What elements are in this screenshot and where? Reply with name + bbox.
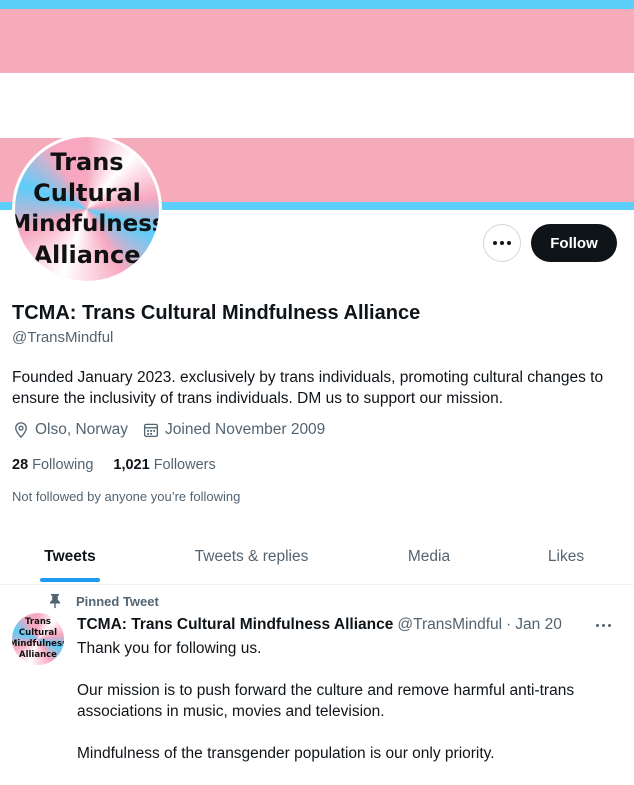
following-count: 28	[12, 457, 29, 473]
more-horizontal-icon	[596, 624, 599, 627]
pinned-tweet-label: Pinned Tweet	[48, 593, 159, 609]
pinned-label-text: Pinned Tweet	[76, 593, 159, 609]
not-followed-notice: Not followed by anyone you’re following	[12, 489, 241, 504]
tweet-more-button[interactable]	[596, 624, 611, 627]
avatar-image: Trans Cultural Mindfulness Alliance	[15, 137, 159, 281]
profile-joined: Joined November 2009	[142, 421, 325, 439]
tab-likes[interactable]: Likes	[518, 530, 614, 584]
profile-stats: 28 Following 1,021 Followers	[12, 457, 236, 473]
following-link[interactable]: 28 Following	[12, 457, 93, 473]
more-horizontal-icon-dot	[500, 241, 504, 245]
calendar-icon	[143, 423, 159, 438]
tab-tweets-and-replies[interactable]: Tweets & replies	[160, 530, 343, 584]
joined-text: Joined November 2009	[165, 421, 326, 438]
tweet-paragraph: Thank you for following us.	[77, 640, 262, 657]
tweet-author-avatar[interactable]: Trans Cultural Mindfulness Alliance	[12, 613, 64, 665]
following-label: Following	[32, 457, 94, 473]
profile-bio: Founded January 2023. exclusively by tra…	[12, 369, 604, 407]
tweet-date[interactable]: Jan 20	[515, 616, 562, 634]
more-options-button[interactable]	[483, 224, 521, 262]
profile-handle: @TransMindful	[12, 329, 114, 346]
follow-button[interactable]: Follow	[531, 224, 617, 262]
tweet-date-separator: ·	[506, 616, 512, 633]
avatar-line: Alliance	[19, 650, 57, 660]
tab-media[interactable]: Media	[370, 530, 488, 584]
avatar-line: Cultural	[33, 179, 141, 207]
location-text: Olso, Norway	[35, 421, 129, 438]
more-horizontal-icon-dot	[602, 624, 605, 627]
profile-meta: Olso, Norway Joined November 2009	[12, 421, 339, 439]
more-horizontal-icon	[493, 241, 497, 245]
tweet-author-handle[interactable]: @TransMindful	[397, 616, 502, 634]
banner-stripe-pink	[0, 9, 634, 73]
profile-location: Olso, Norway	[12, 421, 128, 439]
avatar-line: Alliance	[33, 241, 141, 269]
avatar-line: Trans	[25, 617, 51, 627]
pin-icon	[50, 594, 60, 608]
tweet-author-name[interactable]: TCMA: Trans Cultural Mindfulness Allianc…	[77, 616, 393, 634]
more-horizontal-icon-dot	[608, 624, 611, 627]
profile-tabs: Tweets Tweets & replies Media Likes	[0, 530, 634, 585]
tweet-header: TCMA: Trans Cultural Mindfulness Allianc…	[77, 616, 562, 634]
tweet-text: Thank you for following us. Our mission …	[77, 638, 622, 785]
avatar-line: Cultural	[18, 628, 58, 638]
profile-name: TCMA: Trans Cultural Mindfulness Allianc…	[12, 302, 421, 324]
avatar-line: Trans	[50, 148, 124, 176]
tweet-paragraph: Our mission is to push forward the cultu…	[77, 682, 575, 720]
avatar-logo-text: Trans Cultural Mindfulness Alliance	[15, 137, 159, 281]
location-pin-icon	[15, 422, 27, 439]
profile-avatar[interactable]: Trans Cultural Mindfulness Alliance	[12, 134, 162, 284]
followers-count: 1,021	[113, 457, 150, 473]
more-horizontal-icon-dot	[507, 241, 511, 245]
followers-label: Followers	[153, 457, 216, 473]
banner-stripe-white	[0, 73, 634, 138]
followers-link[interactable]: 1,021 Followers	[113, 457, 215, 473]
avatar-line: Mindfulness	[15, 211, 159, 237]
active-tab-indicator	[40, 578, 100, 582]
tab-tweets[interactable]: Tweets	[0, 530, 140, 584]
avatar-line: Mindfulness	[12, 639, 64, 649]
banner-stripe-blue	[0, 0, 634, 9]
tweet-paragraph: Mindfulness of the transgender populatio…	[77, 745, 495, 762]
